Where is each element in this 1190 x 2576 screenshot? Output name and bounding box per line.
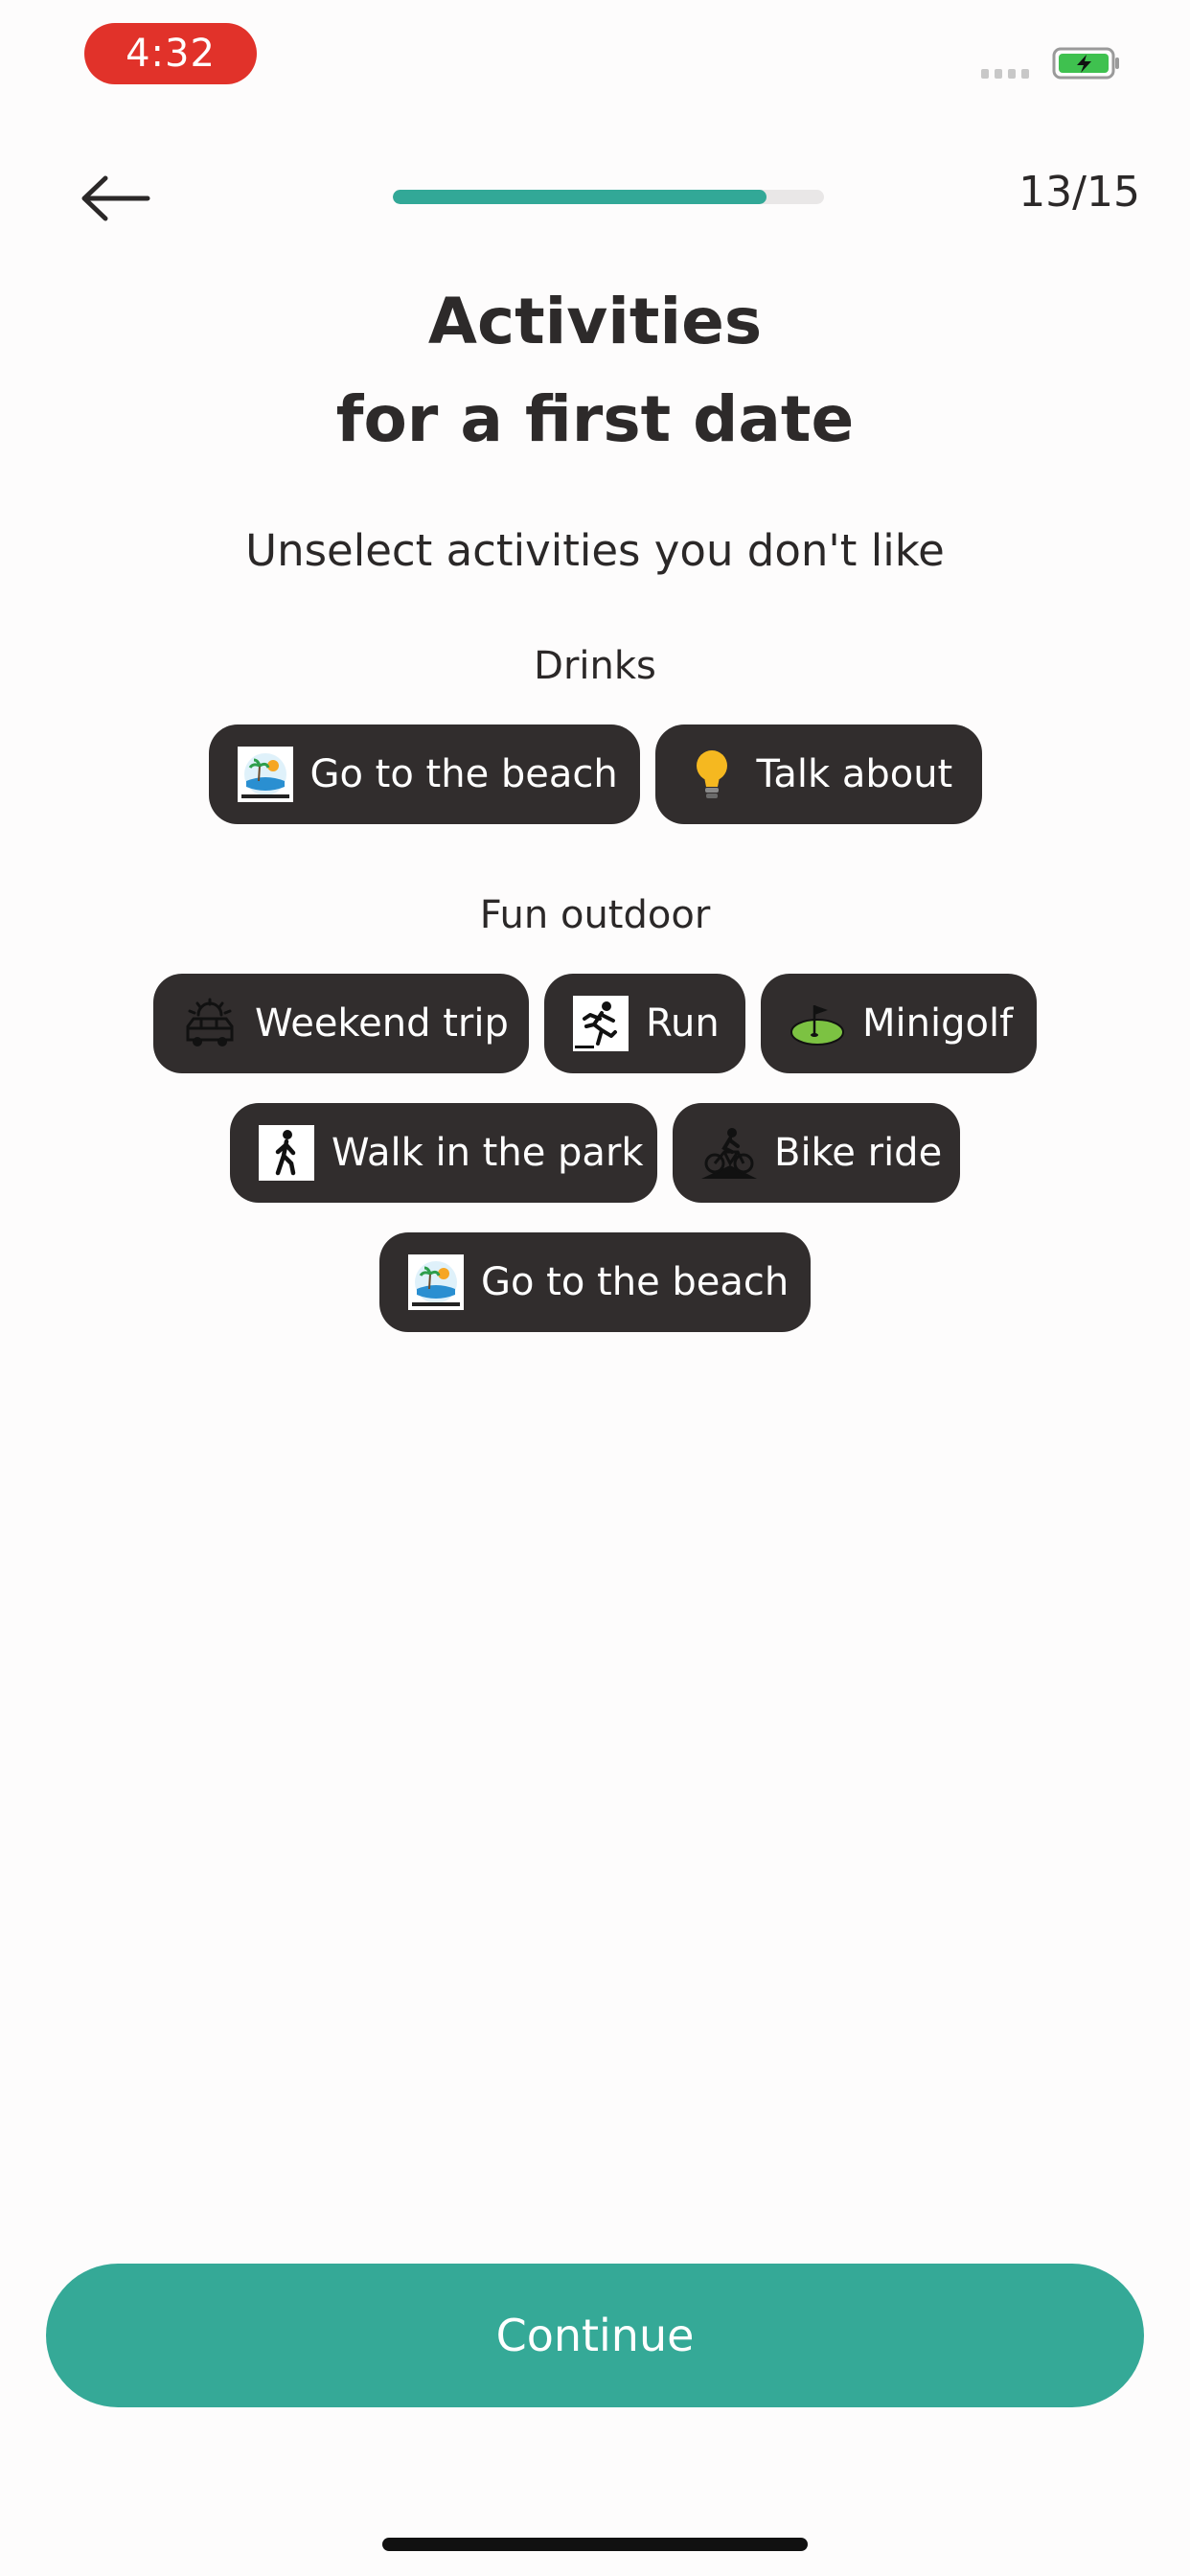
title-line-2: for a first date	[335, 382, 855, 456]
back-button[interactable]	[77, 165, 153, 232]
chip-label: Bike ride	[774, 1131, 943, 1175]
chip-label: Weekend trip	[255, 1001, 509, 1046]
van-sunrise-icon	[182, 996, 238, 1051]
arrow-left-icon	[81, 175, 150, 221]
chip-go-to-the-beach[interactable]: Go to the beach	[208, 724, 640, 824]
beach-island-icon	[408, 1254, 464, 1310]
battery-charging-icon	[1052, 47, 1119, 80]
beach-island-icon	[237, 747, 293, 802]
progress-bar	[393, 190, 824, 204]
chip-row-fun-outdoor-1: Weekend trip Run Minigolf	[0, 974, 1190, 1073]
runner-icon	[573, 996, 629, 1051]
section-label-drinks: Drinks	[534, 644, 656, 688]
signal-icon	[981, 69, 1029, 79]
chip-row-drinks: Go to the beach Talk about	[0, 724, 1190, 824]
status-time: 4:32	[84, 23, 257, 84]
chip-talk-about[interactable]: Talk about	[654, 724, 982, 824]
home-indicator	[382, 2538, 808, 2551]
chip-label: Go to the beach	[309, 752, 618, 796]
continue-button[interactable]: Continue	[46, 2264, 1144, 2407]
title-line-1: Activities	[427, 285, 763, 358]
section-label-fun-outdoor: Fun outdoor	[479, 893, 711, 937]
chip-label: Go to the beach	[481, 1260, 790, 1304]
chip-label: Run	[646, 1001, 720, 1046]
chip-run[interactable]: Run	[544, 974, 745, 1073]
page-title: Activities for a first date	[0, 273, 1190, 469]
chip-walk-in-the-park[interactable]: Walk in the park	[230, 1103, 657, 1203]
chip-label: Minigolf	[862, 1001, 1014, 1046]
chip-minigolf[interactable]: Minigolf	[761, 974, 1037, 1073]
golf-flag-icon	[790, 996, 845, 1051]
chip-go-to-the-beach-outdoor[interactable]: Go to the beach	[379, 1232, 811, 1332]
chip-label: Walk in the park	[332, 1131, 644, 1175]
step-counter: 13/15	[1018, 168, 1140, 217]
lightbulb-icon	[684, 747, 740, 802]
pedestrian-icon	[259, 1125, 314, 1181]
mountain-bike-icon	[701, 1125, 757, 1181]
progress-fill	[393, 190, 767, 204]
page-subtitle: Unselect activities you don't like	[245, 525, 945, 576]
chip-row-fun-outdoor-2: Walk in the park Bike ride	[0, 1103, 1190, 1203]
chip-bike-ride[interactable]: Bike ride	[673, 1103, 960, 1203]
chip-weekend-trip[interactable]: Weekend trip	[153, 974, 529, 1073]
chip-row-fun-outdoor-3: Go to the beach	[0, 1232, 1190, 1332]
chip-label: Talk about	[756, 752, 953, 796]
